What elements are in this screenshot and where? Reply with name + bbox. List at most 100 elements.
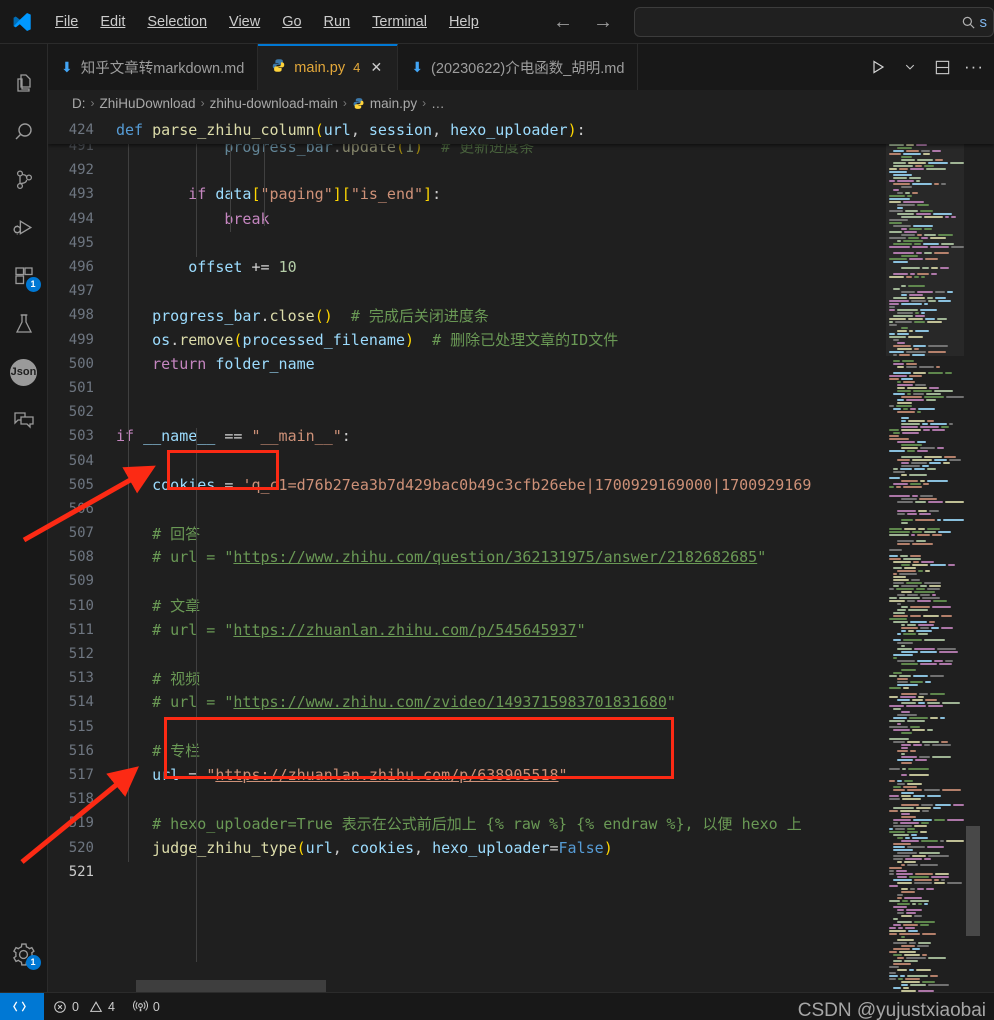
python-icon [271, 58, 286, 77]
menu-bar: File Edit Selection View Go Run Terminal… [44, 10, 490, 34]
code-editor[interactable]: 424 def parse_zhihu_column(url, session,… [48, 116, 994, 992]
code-line[interactable]: 497 [48, 279, 994, 303]
ports-status[interactable]: 0 [124, 993, 169, 1020]
manage-settings-button[interactable]: 1 [0, 930, 48, 978]
tab-dielectric-md[interactable]: ⬇ (20230622)介电函数_胡明.md [398, 44, 639, 90]
code-line[interactable]: 508 # url = "https://www.zhihu.com/quest… [48, 545, 994, 569]
sidebar-item-testing[interactable] [0, 300, 48, 348]
menu-help-label: Help [448, 13, 479, 30]
code-line[interactable]: 518 [48, 787, 994, 811]
code-line[interactable]: 514 # url = "https://www.zhihu.com/zvide… [48, 690, 994, 714]
menu-edit[interactable]: Edit [89, 10, 136, 34]
code-line[interactable]: 492 [48, 158, 994, 182]
warning-triangle-icon [89, 1000, 103, 1012]
search-icon [962, 16, 975, 29]
code-lines: 491 progress_bar.update(1) # 更新进度条 492 4… [48, 134, 994, 884]
line-number: 515 [68, 718, 94, 735]
code-line[interactable]: 501 [48, 376, 994, 400]
sidebar-item-source-control[interactable] [0, 156, 48, 204]
code-line[interactable]: 513 # 视频 [48, 666, 994, 690]
breadcrumb-item-symbol[interactable]: … [431, 96, 445, 111]
code-line[interactable]: 502 [48, 400, 994, 424]
breadcrumb-item-folder2[interactable]: zhihu-download-main [210, 96, 338, 111]
menu-file[interactable]: File [44, 10, 89, 34]
code-line-cookies[interactable]: 505 cookies = 'q_c1=d76b27ea3b7d429bac0b… [48, 473, 994, 497]
menu-help[interactable]: Help [438, 10, 490, 34]
code-line[interactable]: 499 os.remove(processed_filename) # 删除已处… [48, 328, 994, 352]
menu-go[interactable]: Go [271, 10, 312, 34]
close-icon[interactable]: ✕ [368, 59, 384, 76]
horizontal-scrollbar[interactable] [136, 980, 326, 992]
activity-bar: 1 Json 1 [0, 44, 48, 992]
indent-guide [128, 144, 129, 862]
breadcrumb-separator: › [200, 96, 205, 110]
menu-selection[interactable]: Selection [136, 10, 218, 34]
remote-indicator[interactable] [0, 992, 44, 1020]
run-python-file-button[interactable] [864, 53, 892, 81]
line-number: 504 [68, 452, 94, 469]
command-center[interactable]: s [634, 7, 994, 37]
code-line-url[interactable]: 517 url = "https://zhuanlan.zhihu.com/p/… [48, 763, 994, 787]
line-content: # 专栏 [152, 742, 201, 761]
code-line[interactable]: 500 return folder_name [48, 352, 994, 376]
breadcrumb-separator: › [422, 96, 427, 110]
code-line[interactable]: 493 if data["paging"]["is_end"]: [48, 182, 994, 206]
minimap[interactable] [886, 116, 964, 992]
code-line-current[interactable]: 521 [48, 860, 994, 884]
code-line[interactable]: 498 progress_bar.close() # 完成后关闭进度条 [48, 303, 994, 327]
breadcrumb-item-file[interactable]: main.py [370, 96, 417, 111]
more-actions-button[interactable]: ··· [960, 53, 988, 81]
code-line[interactable]: 495 [48, 231, 994, 255]
line-content: # 文章 [152, 597, 201, 616]
problems-status[interactable]: 0 4 [44, 993, 124, 1020]
sidebar-item-search[interactable] [0, 108, 48, 156]
sticky-scroll-line[interactable]: 424 def parse_zhihu_column(url, session,… [48, 116, 994, 144]
code-line[interactable]: 510 # 文章 [48, 594, 994, 618]
line-number: 511 [68, 621, 94, 638]
code-line[interactable]: 520 judge_zhihu_type(url, cookies, hexo_… [48, 835, 994, 859]
code-line[interactable]: 509 [48, 569, 994, 593]
code-line[interactable]: 506 [48, 497, 994, 521]
menu-edit-label: Edit [100, 13, 126, 30]
breadcrumb-item-drive[interactable]: D: [72, 96, 86, 111]
code-line[interactable]: 507 # 回答 [48, 521, 994, 545]
sidebar-item-chat[interactable] [0, 396, 48, 444]
tab-zhihu-markdown[interactable]: ⬇ 知乎文章转markdown.md [48, 44, 259, 90]
vertical-scrollbar[interactable] [966, 826, 980, 936]
sidebar-item-run-and-debug[interactable] [0, 204, 48, 252]
overview-ruler[interactable] [980, 116, 994, 992]
breadcrumb-item-folder1[interactable]: ZhiHuDownload [100, 96, 196, 111]
editor-group: ⬇ 知乎文章转markdown.md main.py 4 ✕ ⬇ (202306… [48, 44, 994, 992]
tab-main-py[interactable]: main.py 4 ✕ [258, 44, 399, 90]
extensions-badge: 1 [25, 277, 41, 292]
sidebar-item-json-viewer[interactable]: Json [0, 348, 48, 396]
chevron-down-icon [905, 64, 915, 70]
sidebar-item-extensions[interactable]: 1 [0, 252, 48, 300]
indent-guide [196, 428, 197, 962]
line-number: 520 [68, 839, 94, 856]
menu-run[interactable]: Run [313, 10, 362, 34]
line-number: 494 [68, 210, 94, 227]
markdown-icon: ⬇ [411, 58, 424, 75]
code-line[interactable]: 515 [48, 715, 994, 739]
go-back-icon[interactable]: ← [550, 11, 576, 34]
code-line[interactable]: 494 break [48, 207, 994, 231]
run-options-dropdown[interactable] [896, 53, 924, 81]
sidebar-item-explorer[interactable] [0, 60, 48, 108]
split-editor-down-button[interactable] [928, 53, 956, 81]
code-line[interactable]: 512 [48, 642, 994, 666]
code-line[interactable]: 504 [48, 448, 994, 472]
code-line[interactable]: 519 # hexo_uploader=True 表示在公式前后加上 {% ra… [48, 811, 994, 835]
go-forward-icon[interactable]: → [590, 11, 616, 34]
line-number: 513 [68, 670, 94, 687]
line-content: url = "https://zhuanlan.zhihu.com/p/6389… [152, 765, 568, 784]
line-content: return folder_name [152, 354, 315, 373]
code-line[interactable]: 516 # 专栏 [48, 739, 994, 763]
menu-terminal[interactable]: Terminal [361, 10, 438, 34]
menu-view[interactable]: View [218, 10, 271, 34]
code-line[interactable]: 511 # url = "https://zhuanlan.zhihu.com/… [48, 618, 994, 642]
menu-run-label: Run [323, 13, 351, 30]
code-line[interactable]: 503 if __name__ == "__main__": [48, 424, 994, 448]
code-line[interactable]: 496 offset += 10 [48, 255, 994, 279]
line-number: 519 [68, 815, 94, 832]
